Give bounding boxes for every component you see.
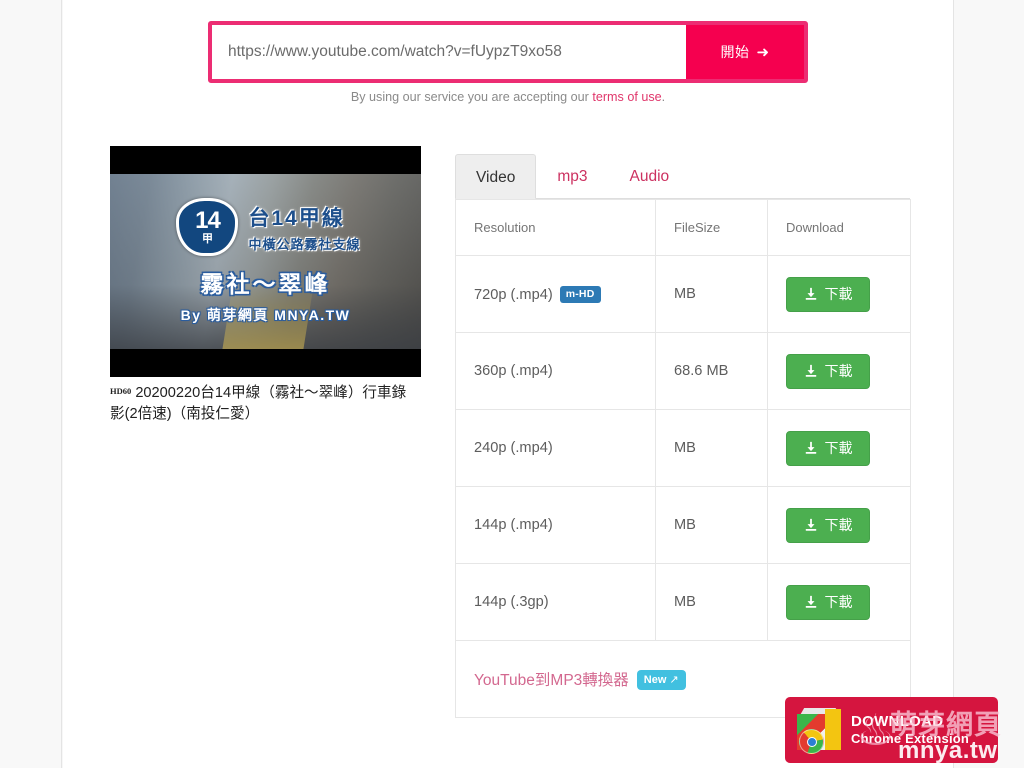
cell-filesize: MB (655, 255, 768, 333)
cell-resolution: 144p (.mp4) (455, 486, 656, 564)
road-name-block: 台14甲線 中橫公路霧社支線 (248, 202, 360, 253)
column-header-filesize: FileSize (655, 199, 768, 256)
mp3-converter-link[interactable]: YouTube到MP3轉換器 (474, 672, 629, 689)
download-icon (805, 441, 816, 454)
banner-line-2: Chrome Extension (851, 731, 970, 747)
cell-filesize: 68.6 MB (655, 332, 768, 410)
download-panel: Video mp3 Audio Resolution FileSize Down… (455, 146, 911, 718)
chrome-extension-text: DOWNLOAD Chrome Extension (851, 713, 969, 746)
banner-line-1: DOWNLOAD (851, 713, 944, 731)
video-title: HD60 20200220台14甲線（霧社～翠峰）行車錄影(2倍速)（南投仁愛） (110, 383, 410, 424)
column-header-resolution: Resolution (455, 199, 656, 256)
external-link-icon: ↗ (669, 674, 679, 686)
cell-resolution: 360p (.mp4) (455, 332, 656, 410)
download-button[interactable]: 下載 (786, 507, 870, 543)
cell-filesize: MB (655, 409, 768, 487)
chrome-logo-icon (799, 729, 824, 754)
road-name: 台14甲線 (248, 206, 345, 230)
hd-flag-label: HD60 (110, 386, 132, 396)
video-preview-column: 14 甲 台14甲線 中橫公路霧社支線 霧社～翠峰 By 萌芽網頁 MNYA.T… (110, 146, 421, 424)
page-content: 開始 ➜ By using our service you are accept… (63, 0, 953, 768)
download-icon (805, 364, 816, 377)
format-tabs: Video mp3 Audio (455, 146, 910, 199)
cell-filesize: MB (655, 563, 768, 641)
start-button[interactable]: 開始 ➜ (686, 25, 804, 79)
cell-resolution: 240p (.mp4) (455, 409, 656, 487)
table-row: 360p (.mp4) 68.6 MB 下載 (455, 332, 911, 410)
cell-download: 下載 (767, 486, 911, 564)
download-button[interactable]: 下載 (786, 276, 870, 312)
download-icon (805, 518, 816, 531)
table-header-row: Resolution FileSize Download (455, 199, 911, 256)
new-badge-label: New (643, 674, 667, 686)
thumbnail-byline: By 萌芽網頁 MNYA.TW (180, 307, 351, 323)
cell-download: 下載 (767, 409, 911, 487)
resolution-label: 720p (.mp4) (474, 286, 553, 303)
table-row: 144p (.3gp) MB 下載 (455, 563, 911, 641)
route-shield-icon: 14 甲 (176, 198, 239, 256)
terms-suffix: . (661, 90, 666, 104)
download-icon (805, 595, 816, 608)
thumbnail-overlay: 14 甲 台14甲線 中橫公路霧社支線 霧社～翠峰 By 萌芽網頁 MNYA.T… (110, 174, 421, 349)
page-root: 開始 ➜ By using our service you are accept… (0, 0, 1024, 768)
download-button[interactable]: 下載 (786, 584, 870, 620)
terms-notice: By using our service you are accepting o… (63, 90, 953, 104)
arrow-right-icon: ➜ (756, 43, 770, 61)
tab-audio[interactable]: Audio (609, 153, 691, 198)
table-row: 240p (.mp4) MB 下載 (455, 409, 911, 487)
chrome-extension-banner[interactable]: DOWNLOAD Chrome Extension (785, 697, 998, 763)
left-gutter (0, 0, 62, 768)
url-input[interactable] (212, 25, 686, 79)
chrome-extension-icon (797, 708, 841, 754)
download-button-label: 下載 (824, 517, 853, 533)
table-row: 144p (.mp4) MB 下載 (455, 486, 911, 564)
table-row: 720p (.mp4) m-HD MB 下載 (455, 255, 911, 333)
start-button-label: 開始 (720, 44, 750, 60)
download-button-label: 下載 (824, 440, 853, 456)
download-button[interactable]: 下載 (786, 353, 870, 389)
video-title-text: 20200220台14甲線（霧社～翠峰）行車錄影(2倍速)（南投仁愛） (110, 385, 407, 422)
cell-resolution: 720p (.mp4) m-HD (455, 255, 656, 333)
shield-number: 14 (195, 207, 221, 234)
column-header-download: Download (767, 199, 911, 256)
shield-suffix: 甲 (201, 233, 213, 245)
right-gutter (953, 0, 1024, 768)
terms-of-use-link[interactable]: terms of use (592, 90, 661, 104)
terms-prefix: By using our service you are accepting o… (350, 90, 593, 104)
download-table: Resolution FileSize Download 720p (.mp4)… (455, 199, 911, 718)
cell-download: 下載 (767, 255, 911, 333)
download-icon (805, 287, 816, 300)
cell-filesize: MB (655, 486, 768, 564)
cell-resolution: 144p (.3gp) (455, 563, 656, 641)
video-thumbnail[interactable]: 14 甲 台14甲線 中橫公路霧社支線 霧社～翠峰 By 萌芽網頁 MNYA.T… (110, 146, 421, 377)
tab-video[interactable]: Video (455, 154, 537, 199)
download-button[interactable]: 下載 (786, 430, 870, 466)
new-badge: New ↗ (636, 670, 686, 690)
route-segment: 霧社～翠峰 (200, 271, 331, 297)
download-button-label: 下載 (824, 363, 853, 379)
road-subtitle: 中橫公路霧社支線 (248, 236, 361, 252)
cell-download: 下載 (767, 332, 911, 410)
url-search-bar: 開始 ➜ (208, 21, 808, 83)
download-button-label: 下載 (824, 286, 853, 302)
quality-badge: m-HD (559, 285, 601, 303)
route-shield-row: 14 甲 台14甲線 中橫公路霧社支線 (176, 198, 360, 256)
cell-download: 下載 (767, 563, 911, 641)
tab-mp3[interactable]: mp3 (536, 153, 608, 198)
download-button-label: 下載 (824, 594, 853, 610)
